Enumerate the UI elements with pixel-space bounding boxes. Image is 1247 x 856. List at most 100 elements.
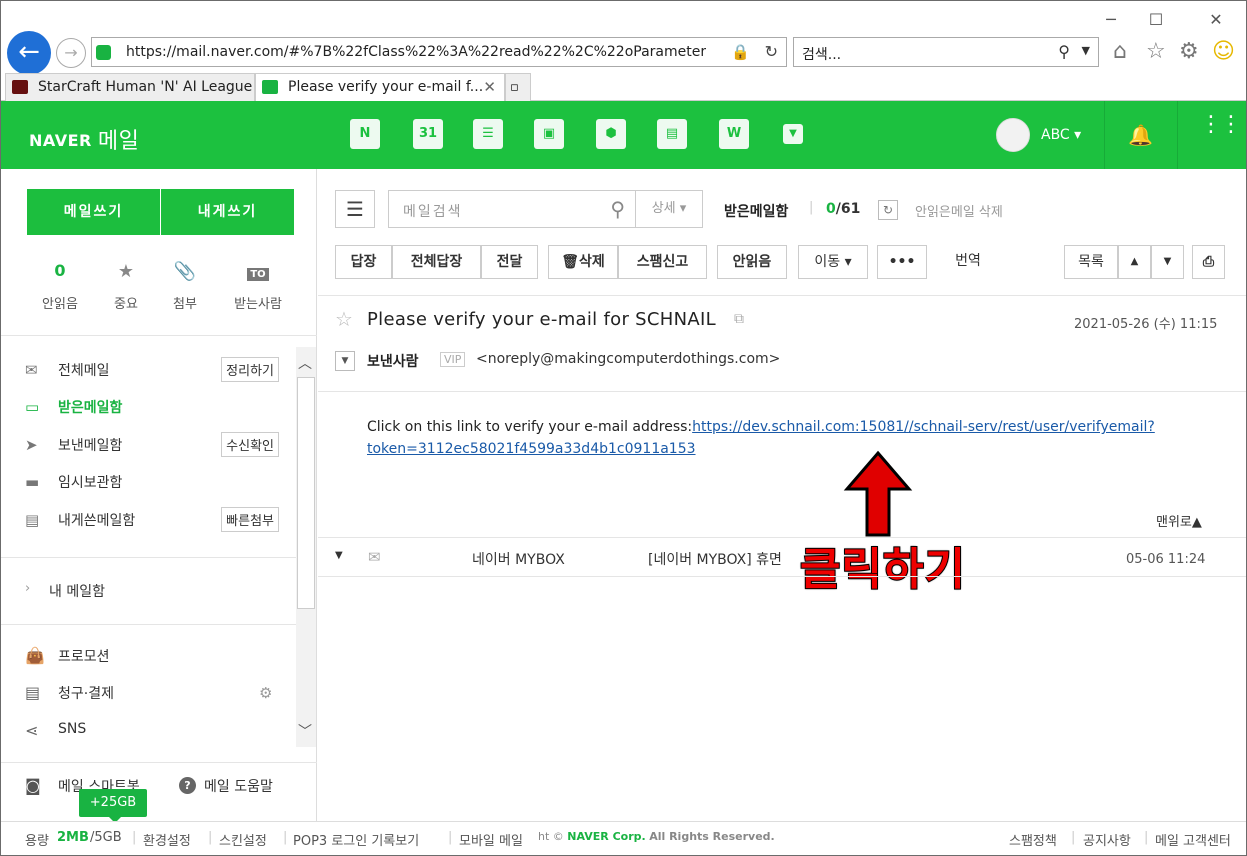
translate-button[interactable]: 번역 [938,245,998,279]
menu-icon[interactable]: ☰ [335,190,375,228]
chevron-down-icon[interactable]: ▼ [335,351,355,371]
list-item[interactable]: ▼ ✉ 네이버 MYBOX [네이버 MYBOX] 휴면 05-06 11:24 [318,537,1246,577]
tab-naver-mail[interactable]: Please verify your e-mail f... ✕ [255,73,505,102]
footer-link-mobile[interactable]: 모바일 메일 [459,830,523,849]
search-icon[interactable]: ⚲ [1058,42,1070,61]
sidebar-item-drafts[interactable]: ▬ 임시보관함 [25,470,285,494]
list-button[interactable]: 목록 [1064,245,1118,279]
tab-close-icon[interactable]: ✕ [483,74,496,100]
organize-button[interactable]: 정리하기 [221,357,279,382]
new-tab-button[interactable]: ▫ [505,73,531,101]
mail-icon[interactable]: N [347,116,383,152]
chevron-down-icon[interactable]: ▼ [1082,44,1090,57]
scroll-down-icon[interactable]: ﹀ [298,721,312,741]
capacity-label: 용량 [25,834,49,849]
list-icon[interactable]: ☰ [470,116,506,152]
print-icon[interactable]: ⎙ [1192,245,1225,279]
stat-unread[interactable]: 0 안읽음 [25,261,95,312]
share-icon: ⋖ [25,721,39,740]
capacity-used[interactable]: 2MB [57,830,89,845]
tab-starcraft[interactable]: StarCraft Human 'N' AI League [5,73,255,101]
footer-link-settings[interactable]: 환경설정 [143,830,191,849]
verify-link[interactable]: https://dev.schnail.com:15081//schnail-s… [692,419,1155,435]
prev-mail-icon[interactable]: ▲ [1118,245,1151,279]
bell-icon[interactable]: 🔔 [1128,123,1153,147]
star-icon[interactable]: ☆ [335,307,353,331]
delete-button[interactable]: 🗑삭제 [548,245,618,279]
refresh-icon[interactable]: ↻ [878,200,898,220]
sidebar-item-inbox[interactable]: ▭ 받은메일함 [25,395,285,419]
footer-link-support[interactable]: 메일 고객센터 [1155,830,1231,849]
sidebar-item-label: SNS [58,721,87,737]
read-receipt-button[interactable]: 수신확인 [221,432,279,457]
footer: 용량 2MB /5GB | 환경설정 | 스킨설정 | POP3 로그인 기록보… [1,821,1246,855]
minimize-icon[interactable]: ─ [1096,9,1126,31]
stat-label: 첨부 [173,297,197,312]
url-text[interactable]: https://mail.naver.com/#%7B%22fClass%22%… [126,44,706,60]
sidebar-item-self-mail[interactable]: ▤ 내게쓴메일함 빠른첨부 [25,507,285,532]
envelope-icon: ✉ [25,361,38,379]
more-apps-icon[interactable]: ▼ [775,116,811,152]
write-to-self-button[interactable]: 내게쓰기 [161,189,294,235]
naver-mail-logo[interactable]: NAVER 메일 [29,121,139,154]
forward-button[interactable]: 전달 [481,245,538,279]
scroll-thumb[interactable] [297,377,315,609]
stat-to-me[interactable]: TO 받는사람 [223,261,293,312]
favorites-star-icon[interactable]: ☆ [1146,39,1166,64]
next-mail-icon[interactable]: ▼ [1151,245,1184,279]
search-icon[interactable]: ⚲ [610,197,625,221]
detail-search-button[interactable]: 상세 ▾ [635,190,703,228]
reply-all-button[interactable]: 전체답장 [392,245,481,279]
sidebar-item-all-mail[interactable]: ✉ 전체메일 정리하기 [25,357,285,382]
app-grid-icon[interactable]: ⋮⋮⋮ [1200,114,1246,136]
chevron-down-icon[interactable]: ▼ [335,550,343,561]
contacts-icon[interactable]: ▣ [531,116,567,152]
mark-unread-button[interactable]: 안읽음 [717,245,787,279]
memo-icon[interactable]: ▤ [654,116,690,152]
reply-button[interactable]: 답장 [335,245,392,279]
scroll-up-icon[interactable]: ︿ [298,353,312,373]
footer-link-pop3[interactable]: POP3 로그인 기록보기 [293,830,419,849]
browser-search-input[interactable]: 검색... [802,44,841,64]
capacity-bubble[interactable]: +25GB [79,789,147,823]
maximize-icon[interactable]: ☐ [1141,9,1171,31]
back-button[interactable]: ← [7,31,51,75]
avatar[interactable] [996,118,1030,152]
report-spam-button[interactable]: 스팸신고 [618,245,707,279]
close-icon[interactable]: ✕ [1201,9,1231,31]
gear-icon[interactable]: ⚙ [1179,39,1199,64]
sidebar-scrollbar[interactable]: ︿ ﹀ [296,347,316,747]
popout-icon[interactable]: ⧉ [734,311,744,327]
verify-link-token[interactable]: token=3112ec58021f4599a33d4b1c0911a153 [367,441,696,457]
move-button[interactable]: 이동 ▾ [798,245,868,279]
user-menu[interactable]: ABC ▾ [1041,127,1081,143]
list-item-subject[interactable]: [네이버 MYBOX] 휴면 [648,549,782,569]
browser-search[interactable]: 검색... ⚲ ▼ [793,37,1099,67]
sidebar-item-sent[interactable]: ➤ 보낸메일함 수신확인 [25,432,285,457]
paperclip-icon: 📎 [173,261,197,282]
mail-search-input[interactable]: 메일검색 ⚲ [388,190,636,228]
calendar-icon[interactable]: 31 [410,116,446,152]
smiley-icon[interactable]: ☺ [1212,39,1235,64]
footer-link-spam-policy[interactable]: 스팸정책 [1009,830,1057,849]
stat-attachments[interactable]: 📎 첨부 [150,261,220,312]
forward-button[interactable]: → [56,38,86,68]
shopping-bag-icon: 👜 [25,646,45,665]
pay-home-icon[interactable]: W [716,116,752,152]
address-bar[interactable]: https://mail.naver.com/#%7B%22fClass%22%… [91,37,787,67]
more-button[interactable]: ••• [877,245,927,279]
lock-icon[interactable]: 🔒 [731,43,750,61]
scroll-to-top-link[interactable]: 맨위로▲ [1156,511,1202,530]
write-mail-button[interactable]: 메일쓰기 [27,189,160,235]
sender-email[interactable]: <noreply@makingcomputerdothings.com> [476,351,780,367]
footer-link-notice[interactable]: 공지사항 [1083,830,1131,849]
sidebar-item-label: 받은메일함 [58,400,123,416]
vip-badge[interactable]: VIP [440,352,466,367]
delete-unread-link[interactable]: 안읽은메일 삭제 [915,201,1003,220]
quick-attach-button[interactable]: 빠른첨부 [221,507,279,532]
gear-icon[interactable]: ⚙ [259,684,272,702]
refresh-icon[interactable]: ↻ [765,42,778,61]
footer-link-skin[interactable]: 스킨설정 [219,830,267,849]
box-icon[interactable]: ⬢ [593,116,629,152]
home-icon[interactable]: ⌂ [1113,39,1127,64]
